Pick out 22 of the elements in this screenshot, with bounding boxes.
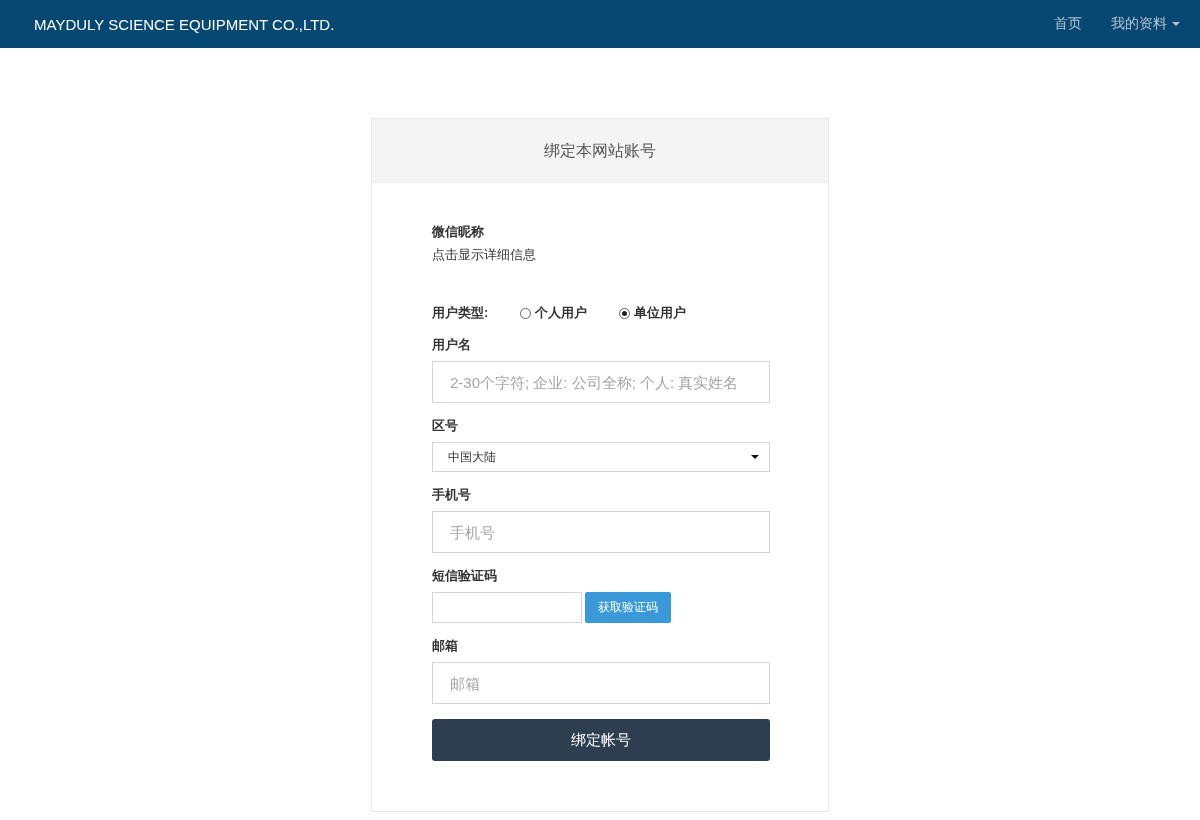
brand-link[interactable]: MAYDULY SCIENCE EQUIPMENT CO.,LTD. xyxy=(34,15,335,33)
field-label: 短信验证码 xyxy=(432,567,498,585)
field-label: 用户类型: xyxy=(432,304,490,322)
input-field[interactable]: 2-30个字符; 企业: 公司全称; 个人: 真实姓名 xyxy=(432,361,770,403)
input-field[interactable] xyxy=(432,592,582,623)
field-label: 手机号 xyxy=(432,486,472,504)
field-label: 区号 xyxy=(432,417,459,435)
radio-option[interactable]: 单位用户 xyxy=(619,304,686,322)
input-field[interactable]: 手机号 xyxy=(432,511,770,553)
field-label: 用户名 xyxy=(432,336,472,354)
profile-link[interactable]: 点击显示详细信息 xyxy=(432,246,536,264)
caret-icon xyxy=(1172,22,1180,26)
input-field[interactable]: 邮箱 xyxy=(432,662,770,704)
radio-option[interactable]: 个人用户 xyxy=(520,304,587,322)
field-label: 邮箱 xyxy=(432,637,459,655)
field-label: 微信昵称 xyxy=(432,223,485,241)
nav-link[interactable]: 首页 xyxy=(1054,15,1082,33)
submit-button[interactable]: 绑定帐号 xyxy=(432,719,770,761)
caret-icon xyxy=(751,455,759,459)
card-header: 绑定本网站账号 xyxy=(372,119,828,183)
dropdown-menu-link[interactable]: 我的资料 xyxy=(1111,15,1180,33)
dropdown-field[interactable]: 中国大陆 xyxy=(432,442,770,472)
